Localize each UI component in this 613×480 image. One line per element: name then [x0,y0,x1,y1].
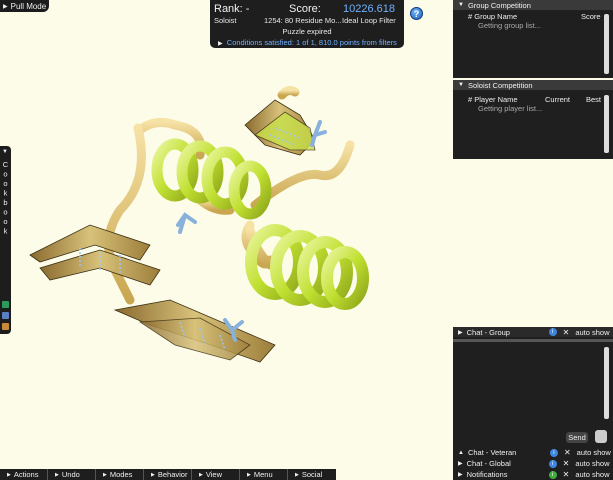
chat-global-header[interactable]: ▶ Chat - Global i ✕ auto show [453,458,613,469]
group-competition-panel: ▼ Group Competition # Group Name Score G… [453,0,613,78]
triangle-icon: ▶ [151,471,155,478]
score-label: Score: [289,3,321,15]
alpha-helix [151,138,272,220]
best-score-column[interactable]: Best [586,95,601,104]
chat-tabs: ▲ Chat - Veteran i ✕ auto show ▶ Chat - … [453,447,613,480]
group-score-column[interactable]: Score [581,12,601,21]
chat-scrollbar[interactable] [604,347,609,419]
triangle-icon: ▼ [458,82,464,88]
modes-label: Modes [109,470,133,479]
pull-mode-label: Pull Mode [10,1,47,11]
triangle-icon: ▶ [295,471,299,478]
view-label: View [205,470,222,479]
player-scrollbar[interactable] [604,95,609,153]
triangle-icon: ▼ [458,2,464,8]
cookbook-label: Cookbook [1,160,10,236]
conditions-text: Conditions satisfied: 1 of 1, 810.0 poin… [226,38,397,47]
help-icon[interactable]: ? [410,7,423,20]
social-menu[interactable]: ▶ Social [288,469,336,480]
triangle-icon: ▶ [3,3,8,10]
chat-group-label: Chat - Group [466,327,510,337]
close-icon[interactable]: ✕ [563,459,570,468]
current-score-column[interactable]: Current [545,95,570,104]
score-value: 10226.618 [343,3,395,15]
filter-name: Ideal Loop Filter [342,16,396,25]
score-panel: Rank: - Score: 10226.618 Soloist 1254: 8… [210,0,404,48]
behavior-label: Behavior [157,470,188,479]
soloist-competition-header[interactable]: ▼ Soloist Competition [453,80,613,90]
actions-label: Actions [13,470,39,479]
group-name-column[interactable]: # Group Name [468,12,517,21]
group-list-message: Getting group list... [478,21,541,30]
chat-group-panel: ▶ Chat - Group i ✕ auto show [453,327,613,447]
menu-label: Menu [253,470,273,479]
folder-icon[interactable] [2,323,9,330]
puzzle-status: Puzzle expired [282,27,332,36]
info-icon[interactable]: i [548,459,557,468]
close-icon[interactable]: ✕ [564,448,571,457]
triangle-icon: ▶ [103,471,107,478]
soloist-competition-panel: ▼ Soloist Competition # Player Name Curr… [453,80,613,159]
triangle-icon: ▲ [458,449,464,456]
triangle-icon: ▼ [2,149,8,155]
pull-mode-button[interactable]: ▶ Pull Mode [0,0,49,12]
triangle-icon: ▶ [247,471,251,478]
player-list-message: Getting player list... [478,104,543,113]
info-icon[interactable]: i [548,328,557,336]
bottom-toolbar: ▶ Actions ▶ Undo ▶ Modes ▶ Behavior ▶ View ▶ M… [0,469,336,480]
triangle-icon: ▶ [458,472,463,478]
menu-menu[interactable]: ▶ Menu [240,469,288,480]
notifications-label: Notifications [466,470,508,479]
group-columns: # Group Name Score [453,10,613,21]
script-icon[interactable] [2,312,9,319]
auto-show-label[interactable]: auto show [577,448,611,457]
info-icon[interactable]: i [548,470,557,479]
undo-menu[interactable]: ▶ Undo [48,469,96,480]
view-menu[interactable]: ▶ View [192,469,240,480]
chat-input-bar[interactable] [453,339,613,342]
auto-show-label[interactable]: auto show [575,459,609,468]
group-competition-title: Group Competition [467,0,531,10]
chat-group-header[interactable]: ▶ Chat - Group i ✕ auto show [453,327,613,337]
triangle-icon: ▶ [458,329,463,336]
soloist-competition-title: Soloist Competition [467,80,533,90]
rank-label: Rank: - [214,3,250,15]
info-icon[interactable]: i [549,448,558,457]
mode-label: Soloist [214,16,237,25]
chat-global-label: Chat - Global [466,459,511,468]
chat-veteran-label: Chat - Veteran [467,448,517,457]
modes-menu[interactable]: ▶ Modes [96,469,144,480]
group-scrollbar[interactable] [604,14,609,74]
triangle-icon: ▶ [55,471,59,478]
close-icon[interactable]: ✕ [563,328,570,337]
conditions-toggle[interactable]: ▶ Conditions satisfied: 1 of 1, 810.0 po… [218,38,397,47]
actions-menu[interactable]: ▶ Actions [0,469,48,480]
recipe-icon[interactable] [2,301,9,308]
triangle-icon: ▶ [458,461,463,467]
auto-show-label[interactable]: auto show [575,328,609,337]
player-name-column[interactable]: # Player Name [468,95,518,104]
chat-veteran-header[interactable]: ▲ Chat - Veteran i ✕ auto show [453,447,613,458]
triangle-icon: ▶ [199,471,203,478]
social-label: Social [301,470,323,479]
undo-label: Undo [61,470,80,479]
clock-icon[interactable] [595,430,607,443]
send-button[interactable]: Send [566,432,588,443]
auto-show-label[interactable]: auto show [575,470,609,479]
triangle-icon: ▶ [218,41,223,47]
close-icon[interactable]: ✕ [563,470,570,479]
group-competition-header[interactable]: ▼ Group Competition [453,0,613,10]
triangle-icon: ▶ [7,471,11,478]
behavior-menu[interactable]: ▶ Behavior [144,469,192,480]
cookbook-tab[interactable]: ▼ Cookbook [0,146,11,334]
notifications-header[interactable]: ▶ Notifications i ✕ auto show [453,469,613,480]
soloist-columns: # Player Name Current Best [453,93,613,104]
puzzle-name: 1254: 80 Residue Mo... [264,16,342,25]
